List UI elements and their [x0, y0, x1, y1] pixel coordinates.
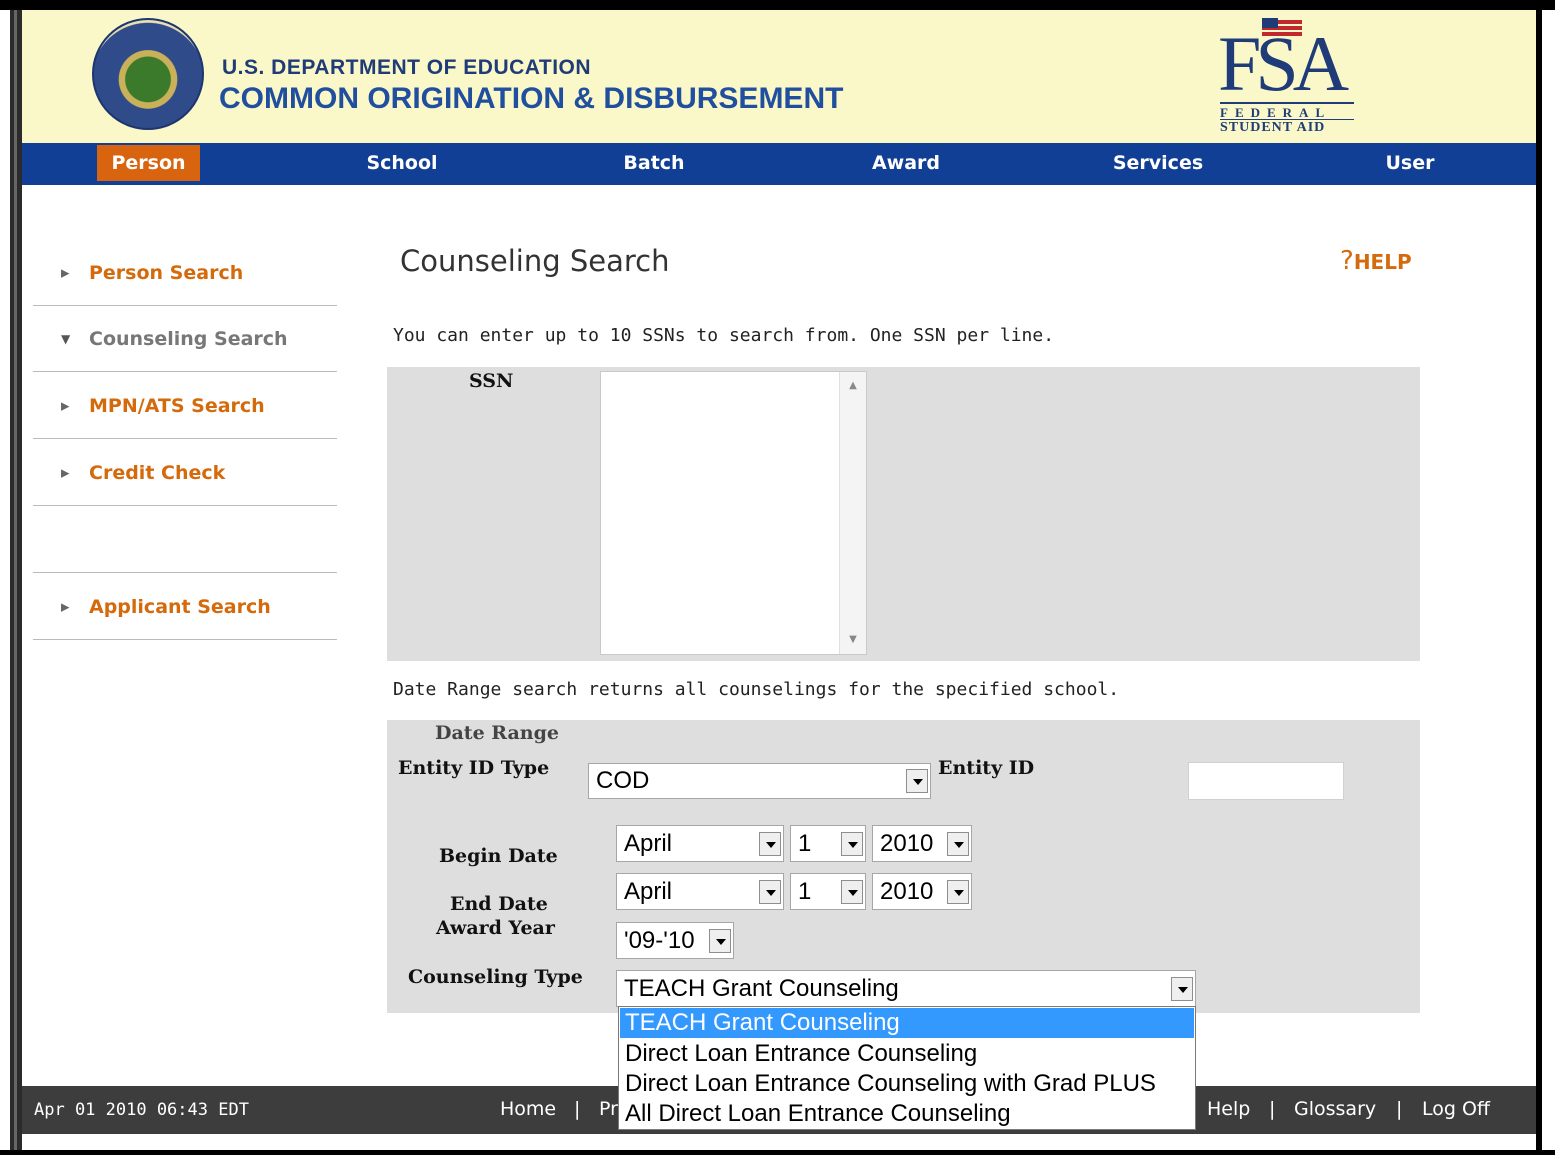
begin-year-value: 2010 [880, 829, 934, 857]
begin-year-select[interactable]: 2010 [872, 825, 972, 862]
footer-link-log-off[interactable]: Log Off [1422, 1098, 1490, 1120]
entity-id-label: Entity ID [938, 757, 1035, 779]
footer-timestamp: Apr 01 2010 06:43 EDT [34, 1100, 249, 1120]
begin-day-value: 1 [798, 829, 812, 857]
nav-award[interactable]: Award [856, 143, 956, 185]
chevron-down-icon[interactable] [906, 769, 928, 793]
department-seal-icon [92, 18, 204, 130]
begin-month-select[interactable]: April [616, 825, 784, 862]
date-range-heading: Date Range [435, 722, 559, 744]
triangle-right-icon: ▶ [61, 466, 70, 479]
window-frame-left-inner [14, 10, 17, 1150]
sidebar-item-applicant-search[interactable]: ▶ Applicant Search [33, 574, 337, 640]
ssn-textarea-wrapper: ▲ ▼ [600, 371, 867, 655]
date-range-instruction: Date Range search returns all counseling… [393, 679, 1120, 700]
sidebar-item-label: Counseling Search [89, 327, 288, 350]
counseling-type-label: Counseling Type [408, 966, 583, 988]
award-year-select[interactable]: '09-'10 [616, 922, 734, 959]
end-date-label: End Date [450, 893, 548, 915]
chevron-down-icon[interactable] [841, 879, 863, 904]
window-frame-top [0, 0, 1555, 10]
site-header: U.S. DEPARTMENT OF EDUCATION COMMON ORIG… [22, 10, 1536, 143]
end-day-select[interactable]: 1 [790, 873, 866, 910]
end-year-value: 2010 [880, 877, 934, 905]
help-label: HELP [1353, 250, 1412, 274]
chevron-down-icon[interactable] [709, 928, 731, 953]
window-frame-right-margin [1542, 10, 1555, 1150]
end-month-select[interactable]: April [616, 873, 784, 910]
dropdown-option-dl-entrance[interactable]: Direct Loan Entrance Counseling [620, 1039, 1194, 1069]
sidebar-item-label: MPN/ATS Search [89, 394, 265, 417]
triangle-right-icon: ▶ [61, 266, 70, 279]
end-year-select[interactable]: 2010 [872, 873, 972, 910]
sidebar-item-counseling-search[interactable]: ▼ Counseling Search [33, 306, 337, 372]
end-day-value: 1 [798, 877, 812, 905]
chevron-down-icon[interactable] [947, 831, 969, 856]
footer-link-glossary[interactable]: Glossary [1294, 1098, 1376, 1120]
system-name: COMMON ORIGINATION & DISBURSEMENT [219, 82, 844, 115]
fsa-logo-student-aid: STUDENT AID [1220, 119, 1354, 136]
footer-separator: | [1269, 1098, 1276, 1120]
footer-link-help[interactable]: Help [1207, 1098, 1250, 1120]
nav-school[interactable]: School [352, 143, 452, 185]
begin-day-select[interactable]: 1 [790, 825, 866, 862]
sidebar-item-label: Person Search [89, 261, 244, 284]
sidebar-item-credit-check[interactable]: ▶ Credit Check [33, 440, 337, 506]
ssn-panel [387, 367, 1420, 661]
dropdown-option-teach-grant[interactable]: TEACH Grant Counseling [620, 1008, 1194, 1038]
chevron-down-icon[interactable] [759, 879, 781, 904]
help-link[interactable]: ?HELP [1340, 246, 1412, 276]
award-year-label: Award Year [436, 917, 555, 939]
nav-batch[interactable]: Batch [606, 143, 702, 185]
chevron-down-icon[interactable] [947, 879, 969, 904]
entity-id-input[interactable] [1188, 762, 1344, 800]
scroll-down-icon[interactable]: ▼ [840, 630, 866, 650]
chevron-down-icon[interactable] [1171, 976, 1193, 1001]
footer-separator: | [1396, 1098, 1403, 1120]
fsa-logo: FSA FEDERAL STUDENT AID [1218, 18, 1358, 136]
page-title: Counseling Search [400, 244, 670, 278]
triangle-right-icon: ▶ [61, 399, 70, 412]
sidebar-item-mpn-ats-search[interactable]: ▶ MPN/ATS Search [33, 373, 337, 439]
department-name: U.S. DEPARTMENT OF EDUCATION [222, 56, 592, 79]
counseling-type-dropdown-list: TEACH Grant Counseling Direct Loan Entra… [618, 1006, 1196, 1130]
fsa-logo-letters: FSA [1218, 20, 1349, 107]
entity-id-type-label: Entity ID Type [398, 757, 550, 779]
dropdown-option-all-dl-entrance[interactable]: All Direct Loan Entrance Counseling [620, 1099, 1194, 1129]
ssn-scrollbar[interactable]: ▲ ▼ [839, 372, 866, 654]
nav-user[interactable]: User [1374, 143, 1446, 185]
question-mark-icon: ? [1340, 246, 1354, 276]
sidebar-item-label: Credit Check [89, 461, 226, 484]
counseling-type-value: TEACH Grant Counseling [624, 974, 899, 1002]
entity-id-type-value: COD [596, 767, 650, 794]
footer-link-home[interactable]: Home [500, 1098, 556, 1120]
footer-link-partial[interactable]: Pr [599, 1098, 618, 1120]
entity-id-type-select[interactable]: COD [588, 763, 931, 799]
award-year-value: '09-'10 [624, 926, 695, 954]
chevron-down-icon[interactable] [759, 831, 781, 856]
triangle-right-icon: ▶ [61, 600, 70, 613]
main-nav: Person School Batch Award Services User [22, 143, 1536, 185]
dropdown-option-dl-entrance-grad-plus[interactable]: Direct Loan Entrance Counseling with Gra… [620, 1069, 1194, 1099]
ssn-label: SSN [469, 370, 514, 392]
ssn-textarea[interactable] [601, 372, 839, 654]
sidebar-item-label: Applicant Search [89, 595, 271, 618]
chevron-down-icon[interactable] [841, 831, 863, 856]
window-frame-bottom [0, 1150, 1555, 1155]
scroll-up-icon[interactable]: ▲ [840, 376, 866, 396]
nav-person[interactable]: Person [97, 145, 200, 181]
end-month-value: April [624, 877, 673, 905]
ssn-instruction: You can enter up to 10 SSNs to search fr… [393, 325, 1055, 346]
counseling-type-select[interactable]: TEACH Grant Counseling [616, 970, 1196, 1007]
footer-separator: | [574, 1098, 581, 1120]
sidebar-item-empty [33, 507, 337, 573]
nav-services[interactable]: Services [1102, 143, 1214, 185]
sidebar-item-person-search[interactable]: ▶ Person Search [33, 240, 337, 306]
triangle-down-icon: ▼ [61, 331, 71, 346]
begin-date-label: Begin Date [439, 845, 558, 867]
begin-month-value: April [624, 829, 673, 857]
